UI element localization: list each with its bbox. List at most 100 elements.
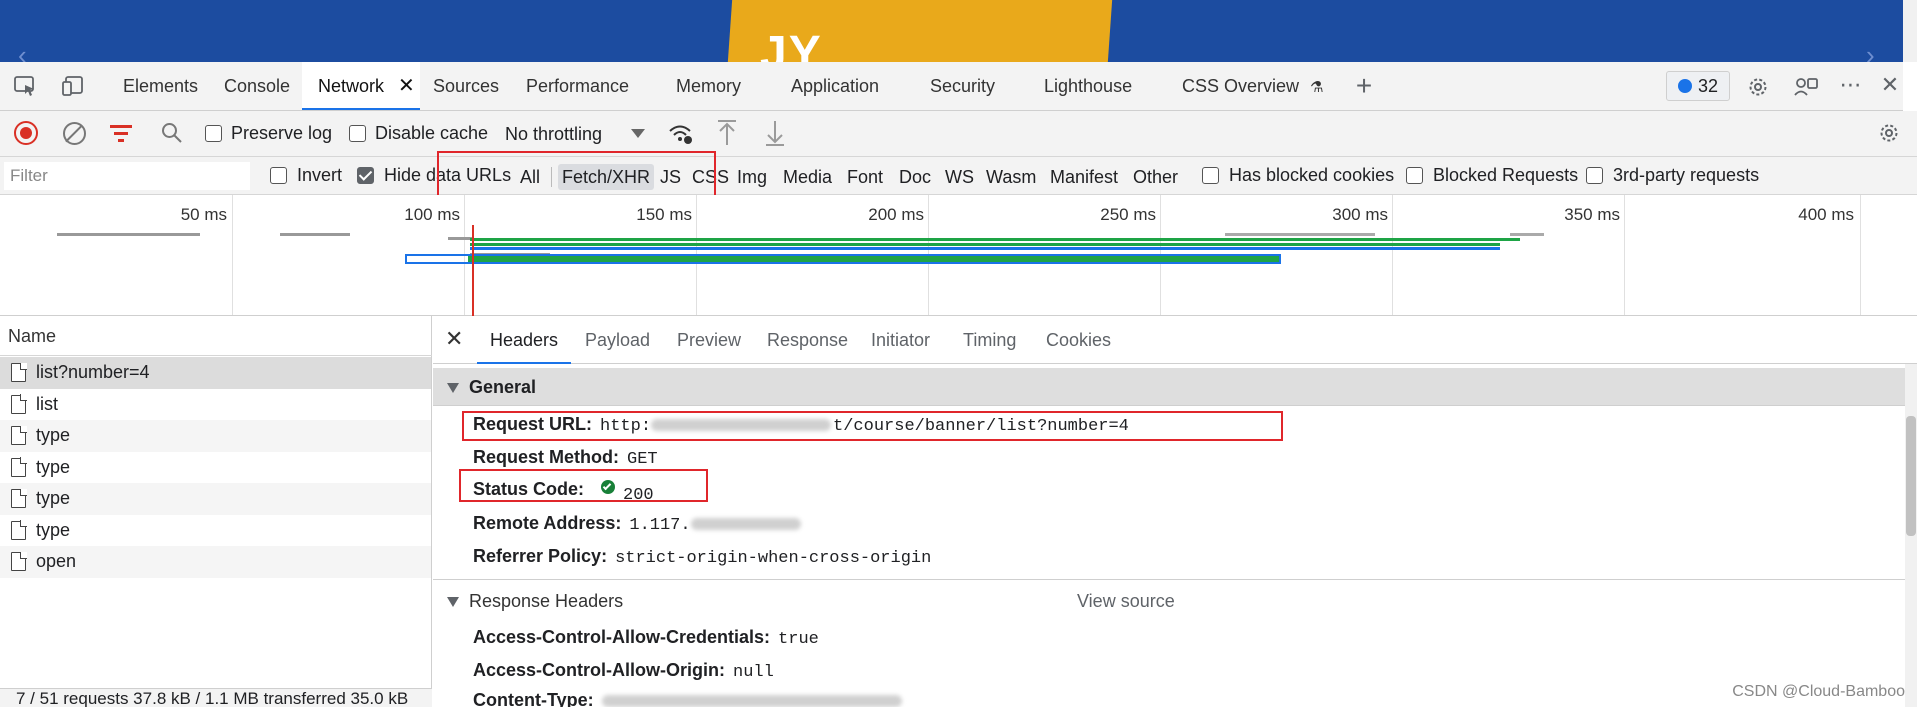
scrollbar-thumb[interactable]	[1906, 416, 1916, 536]
tab-network[interactable]: Network ✕	[302, 62, 420, 110]
has-blocked-cookies-label: Has blocked cookies	[1229, 165, 1395, 185]
filter-icon[interactable]	[110, 123, 134, 143]
content-type-key: Content-Type:	[473, 690, 594, 707]
tab-css-overview[interactable]: CSS Overview ⚗	[1172, 62, 1334, 110]
name-column-header[interactable]: Name	[0, 316, 432, 356]
more-tabs-plus-icon[interactable]: +	[1350, 70, 1378, 101]
filter-input[interactable]	[4, 162, 250, 190]
search-icon[interactable]	[160, 121, 184, 145]
network-conditions-icon[interactable]	[667, 121, 695, 147]
page-banner: JY ‹ ›	[0, 0, 1917, 62]
triangle-down-icon	[447, 383, 459, 394]
filter-type-ws[interactable]: WS	[941, 164, 978, 190]
view-source-link[interactable]: View source	[1077, 582, 1175, 620]
filter-type-media[interactable]: Media	[779, 164, 836, 190]
filter-type-font[interactable]: Font	[843, 164, 887, 190]
preserve-log-checkbox[interactable]	[205, 125, 222, 142]
close-icon[interactable]: ✕	[398, 62, 415, 110]
file-icon	[11, 425, 27, 445]
disable-cache-checkbox[interactable]	[349, 125, 366, 142]
redacted-text	[690, 518, 801, 531]
filter-type-img[interactable]: Img	[733, 164, 771, 190]
acac-row: Access-Control-Allow-Credentials: true	[473, 627, 819, 649]
tab-cookies[interactable]: Cookies	[1046, 316, 1111, 364]
tab-performance[interactable]: Performance	[516, 62, 639, 110]
acao-value: null	[733, 663, 774, 682]
timeline-bar	[1225, 233, 1375, 236]
timeline-overview[interactable]: 50 ms 100 ms 150 ms 200 ms 250 ms 300 ms…	[0, 195, 1917, 316]
customize-icon[interactable]	[1792, 74, 1820, 100]
import-har-icon[interactable]	[716, 119, 738, 147]
tab-timing[interactable]: Timing	[963, 316, 1016, 364]
third-party-checkbox[interactable]	[1586, 167, 1603, 184]
close-details-icon[interactable]: ✕	[445, 326, 463, 352]
tab-application[interactable]: Application	[781, 62, 889, 110]
acao-key: Access-Control-Allow-Origin:	[473, 660, 726, 680]
filter-type-wasm[interactable]: Wasm	[982, 164, 1040, 190]
tab-console[interactable]: Console	[214, 62, 300, 110]
general-title: General	[469, 377, 537, 397]
chevron-left-icon[interactable]: ‹	[18, 40, 27, 62]
table-row[interactable]: list?number=4	[0, 357, 431, 389]
timeline-marker	[472, 225, 474, 316]
request-name: type	[36, 519, 71, 540]
invert-checkbox[interactable]	[270, 167, 287, 184]
tab-headers[interactable]: Headers	[477, 316, 572, 364]
record-icon[interactable]	[14, 121, 38, 145]
table-row[interactable]: type	[0, 420, 431, 452]
hide-data-urls-checkbox[interactable]	[357, 167, 374, 184]
blocked-requests-checkbox[interactable]	[1406, 167, 1423, 184]
table-row[interactable]: open	[0, 546, 431, 578]
table-row[interactable]: type	[0, 483, 431, 515]
chevron-right-icon[interactable]: ›	[1866, 40, 1875, 62]
filter-type-doc[interactable]: Doc	[895, 164, 935, 190]
close-devtools-icon[interactable]: ✕	[1878, 72, 1902, 98]
issues-badge[interactable]: 32	[1666, 71, 1730, 101]
tab-network-label: Network	[318, 76, 385, 96]
request-name: type	[36, 425, 71, 445]
tab-memory[interactable]: Memory	[666, 62, 751, 110]
filter-type-other[interactable]: Other	[1129, 164, 1182, 190]
table-row[interactable]: list	[0, 389, 431, 421]
redacted-text	[601, 695, 902, 707]
content-type-row: Content-Type:	[473, 690, 902, 707]
throttling-select[interactable]: No throttling	[497, 115, 649, 151]
tab-lighthouse[interactable]: Lighthouse	[1034, 62, 1142, 110]
watermark: CSDN @Cloud-Bamboo	[1732, 683, 1905, 700]
referrer-policy-row: Referrer Policy: strict-origin-when-cross…	[473, 546, 931, 568]
network-settings-gear-icon[interactable]	[1877, 121, 1903, 147]
page-scrollbar[interactable]	[1903, 0, 1917, 62]
response-headers-section-header[interactable]: Response Headers View source	[433, 582, 1905, 620]
has-blocked-cookies-checkbox[interactable]	[1202, 167, 1219, 184]
more-options-icon[interactable]: ⋯	[1838, 72, 1864, 98]
banner-logo: JY	[760, 27, 823, 62]
tick-label: 250 ms	[1100, 205, 1156, 224]
clear-icon[interactable]	[63, 122, 86, 145]
request-details: ✕ Headers Payload Preview Response Initi…	[433, 316, 1917, 707]
inspect-element-icon[interactable]	[12, 74, 38, 98]
table-row[interactable]: type	[0, 452, 431, 484]
table-row[interactable]: type	[0, 515, 431, 547]
tab-payload[interactable]: Payload	[585, 316, 650, 364]
tab-response[interactable]: Response	[767, 316, 848, 364]
tick-label: 200 ms	[868, 205, 924, 224]
gridline	[232, 195, 233, 315]
details-scrollbar[interactable]	[1905, 364, 1917, 707]
blocked-requests-label: Blocked Requests	[1433, 165, 1579, 185]
gear-icon[interactable]	[1745, 74, 1771, 100]
filter-type-manifest[interactable]: Manifest	[1046, 164, 1122, 190]
devtools-tabbar: Elements Console Network ✕ Sources Perfo…	[0, 62, 1903, 111]
gridline	[1392, 195, 1393, 315]
export-har-icon[interactable]	[764, 119, 786, 147]
tab-elements[interactable]: Elements	[113, 62, 208, 110]
tab-initiator[interactable]: Initiator	[871, 316, 930, 364]
general-section-header[interactable]: General	[433, 368, 1905, 406]
tab-security[interactable]: Security	[920, 62, 1005, 110]
tab-sources[interactable]: Sources	[423, 62, 509, 110]
tab-preview[interactable]: Preview	[677, 316, 741, 364]
timeline-bar	[470, 243, 1500, 246]
remote-address-value: 1.117.	[629, 516, 691, 535]
device-toolbar-icon[interactable]	[60, 74, 86, 98]
detail-tabbar: ✕ Headers Payload Preview Response Initi…	[433, 316, 1917, 364]
timeline-bar	[468, 256, 1279, 262]
